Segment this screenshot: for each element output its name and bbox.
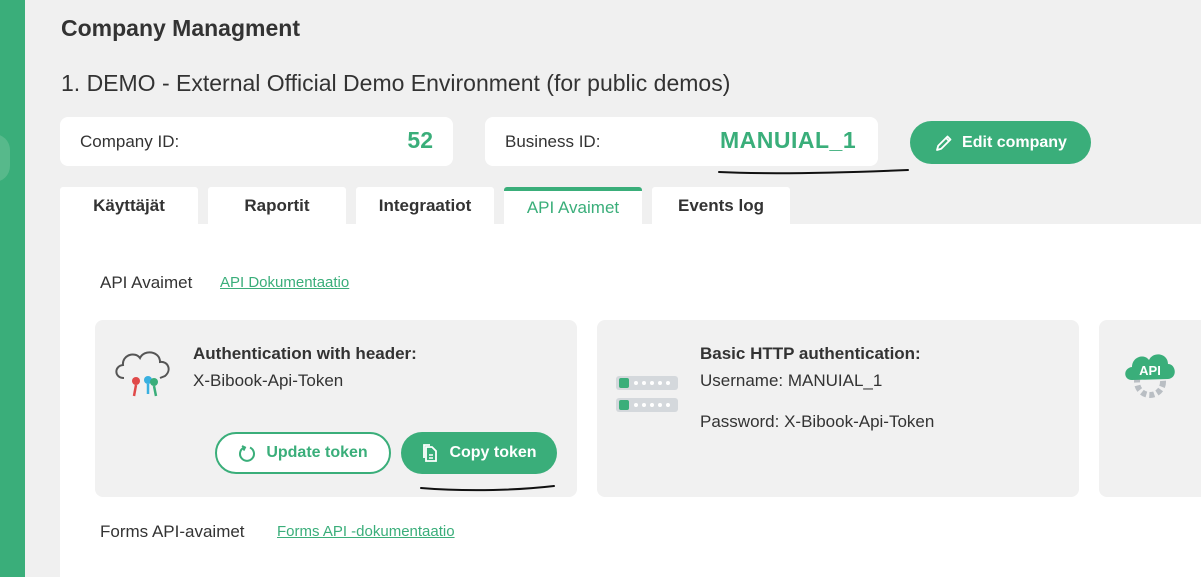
- api-section-label: API Avaimet: [100, 273, 193, 292]
- tab-kayttajat[interactable]: Käyttäjät: [60, 187, 198, 224]
- tab-label: Events log: [678, 195, 764, 215]
- tab-raportit[interactable]: Raportit: [208, 187, 346, 224]
- tab-integraatiot[interactable]: Integraatiot: [356, 187, 494, 224]
- tab-label: Käyttäjät: [93, 195, 165, 215]
- server-credentials-icon: [616, 376, 678, 412]
- business-id-card: Business ID: MANUIAL_1: [485, 117, 878, 166]
- copy-icon: [423, 444, 438, 462]
- company-name: 1. DEMO - External Official Demo Environ…: [61, 70, 731, 96]
- header-auth-title: Authentication with header:: [193, 344, 417, 363]
- forms-section-label: Forms API-avaimet: [100, 522, 245, 541]
- tab-label: API Avaimet: [526, 197, 620, 217]
- update-token-button[interactable]: Update token: [215, 432, 391, 474]
- update-token-label: Update token: [266, 444, 368, 461]
- header-name-text: X-Bibook-Api-Token: [193, 371, 344, 390]
- forms-doc-link[interactable]: Forms API -dokumentaatio: [277, 523, 455, 540]
- business-id-value: MANUIAL_1: [720, 127, 857, 153]
- copy-token-button[interactable]: Copy token: [401, 432, 557, 474]
- tab-label: Integraatiot: [378, 195, 472, 215]
- copy-token-label: Copy token: [449, 444, 537, 461]
- cloud-api-icon: API: [1125, 354, 1175, 398]
- sidebar-strip: [0, 0, 25, 577]
- edit-company-button[interactable]: Edit company: [910, 121, 1091, 164]
- api-doc-link[interactable]: API Dokumentaatio: [220, 274, 349, 291]
- cloud-api-text: API: [1139, 363, 1161, 378]
- page-title: Company Managment: [61, 15, 300, 41]
- tab-label: Raportit: [244, 195, 310, 215]
- cloud-keys-icon: [115, 351, 170, 397]
- pencil-icon: [936, 135, 952, 151]
- basic-auth-title: Basic HTTP authentication:: [700, 344, 921, 363]
- business-id-label: Business ID:: [505, 132, 601, 151]
- company-id-label: Company ID:: [80, 132, 180, 151]
- company-id-card: Company ID: 52: [60, 117, 453, 166]
- basic-auth-username: Username: MANUIAL_1: [700, 371, 883, 390]
- edit-company-label: Edit company: [962, 133, 1067, 151]
- cloud-api-card: [1099, 320, 1201, 497]
- tab-api-avaimet[interactable]: API Avaimet: [504, 187, 642, 224]
- tab-events-log[interactable]: Events log: [652, 187, 790, 224]
- business-id-underline: [718, 169, 909, 175]
- refresh-icon: [239, 445, 256, 462]
- company-id-value: 52: [407, 127, 433, 153]
- basic-auth-password: Password: X-Bibook-Api-Token: [700, 412, 935, 431]
